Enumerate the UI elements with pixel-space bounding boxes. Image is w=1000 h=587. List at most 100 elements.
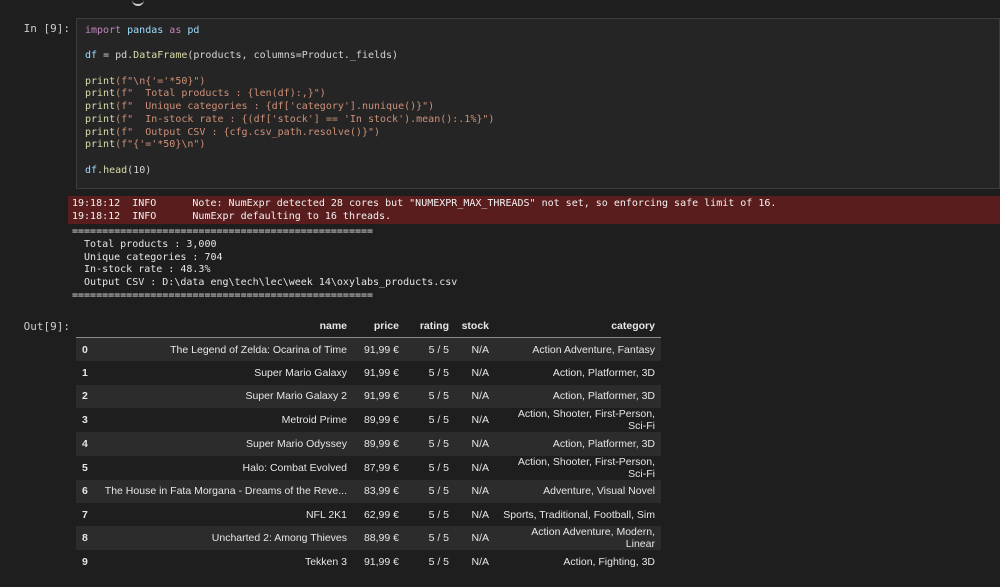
cell-price: 89,99 €: [363, 414, 399, 427]
cell-category: Action Adventure, Modern, Linear: [531, 526, 655, 551]
stdout-line: Output CSV : D:\data eng\tech\lec\week 1…: [72, 277, 458, 289]
cell-name: Tekken 3: [304, 556, 347, 569]
code-line: df.head(10): [85, 165, 991, 178]
cell-price: 91,99 €: [363, 343, 399, 356]
cell-rating: 5 / 5: [428, 556, 449, 569]
cell-stock: N/A: [471, 532, 489, 545]
table-row: 3 Metroid Prime 89,99 € 5 / 5 N/A Action, Sho…: [76, 408, 661, 433]
dataframe-table: name price rating stock category 0 The Legend…: [76, 315, 661, 574]
stdout-line: Unique categories : 704: [72, 251, 223, 263]
code-token: print: [85, 126, 116, 138]
cell-category: Action, Shooter, First-Person, Sci-Fi: [517, 455, 655, 480]
row-index: 3: [82, 414, 88, 427]
cell-name: Uncharted 2: Among Thieves: [211, 532, 347, 545]
cell-name: NFL 2K1: [305, 508, 347, 521]
cell-category: Action, Fighting, 3D: [563, 556, 655, 569]
cell-rating: 5 / 5: [428, 343, 449, 356]
stdout-line: Total products : 3,000: [72, 238, 217, 250]
cell-name: The Legend of Zelda: Ocarina of Time: [170, 343, 347, 356]
row-index: 4: [82, 437, 88, 450]
cell-name: Halo: Combat Evolved: [242, 461, 347, 474]
code-line: import pandas as pd: [85, 25, 991, 38]
row-index: 5: [82, 461, 88, 474]
stdout-line: ========================================…: [72, 226, 374, 237]
row-index: 2: [82, 390, 88, 403]
cell-stock: N/A: [471, 414, 489, 427]
cell-price: 91,99 €: [363, 390, 399, 403]
cell-rating: 5 / 5: [428, 485, 449, 498]
code-token: (products, columns=Product._fields): [187, 50, 399, 62]
cell-price: 88,99 €: [363, 532, 399, 545]
code-line: print(f" Unique categories : {df['catego…: [85, 101, 991, 114]
code-token: import: [85, 25, 122, 36]
code-token: head: [103, 164, 128, 176]
row-index: 6: [82, 485, 88, 498]
cell-stock: N/A: [471, 508, 489, 521]
cell-category: Action, Platformer, 3D: [552, 437, 655, 450]
cell-rating: 5 / 5: [428, 414, 449, 427]
code-token: (f" Unique categories : {df['category'].…: [115, 101, 435, 113]
stderr-line: 19:18:12 INFO Note: NumExpr detected 28 …: [72, 198, 777, 209]
code-token: print: [85, 139, 116, 151]
column-header-price: price: [353, 315, 405, 338]
cell-name: Super Mario Galaxy 2: [245, 390, 347, 403]
row-index: 7: [82, 508, 88, 521]
code-token: (f" In-stock rate : {(df['stock'] == 'In…: [115, 113, 495, 125]
table-row: 1 Super Mario Galaxy 91,99 € 5 / 5 N/A Action…: [76, 361, 661, 385]
cell-stock: N/A: [471, 367, 489, 380]
table-row: 7 NFL 2K1 62,99 € 5 / 5 N/A Sports, Tradition…: [76, 502, 661, 527]
code-token: (f"\n{'='*50}"): [115, 75, 206, 87]
cell-category: Action Adventure, Fantasy: [532, 343, 655, 356]
stdout-line: ========================================…: [72, 289, 374, 301]
clipped-heading-glyph: [132, 0, 144, 6]
code-token: df: [85, 50, 98, 62]
column-header-stock: stock: [455, 315, 495, 338]
cell-price: 91,99 €: [363, 367, 399, 380]
cell-category: Action, Platformer, 3D: [552, 390, 655, 403]
code-line: print(f" Total products : {len(df):,}"): [85, 88, 991, 101]
code-token: = pd.: [97, 50, 134, 62]
cell-category: Adventure, Visual Novel: [543, 485, 655, 498]
cell-stock: N/A: [471, 437, 489, 450]
cell-rating: 5 / 5: [428, 508, 449, 521]
cell-stock: N/A: [471, 485, 489, 498]
column-header-name: name: [98, 315, 353, 338]
code-line: print(f"\n{'='*50}"): [85, 76, 991, 89]
stdout-output: ========================================…: [72, 226, 457, 303]
table-row: 9 Tekken 3 91,99 € 5 / 5 N/A Action, Fighting…: [76, 550, 661, 574]
code-token: as: [169, 25, 182, 36]
cell-rating: 5 / 5: [428, 390, 449, 403]
stdout-line: In-stock rate : 48.3%: [72, 264, 211, 276]
cell-rating: 5 / 5: [428, 532, 449, 545]
table-row: 0 The Legend of Zelda: Ocarina of Time 91,…: [76, 337, 661, 362]
column-header-category: category: [495, 315, 661, 338]
column-header-index: [76, 315, 98, 338]
code-token: (f" Total products : {len(df):,}"): [115, 88, 326, 100]
cell-category: Sports, Traditional, Football, Sim: [503, 508, 655, 521]
row-index: 8: [82, 532, 88, 545]
row-index: 9: [82, 556, 88, 569]
table-row: 5 Halo: Combat Evolved 87,99 € 5 / 5 N/A Acti…: [76, 455, 661, 480]
input-prompt: In [9]:: [23, 22, 70, 35]
row-index: 1: [82, 367, 88, 380]
dataframe-header-row: name price rating stock category: [76, 315, 661, 338]
stderr-line: 19:18:12 INFO NumExpr defaulting to 16 t…: [72, 210, 392, 222]
cell-name: Super Mario Odyssey: [246, 437, 347, 450]
code-line: print(f"{'='*50}\n"): [85, 139, 991, 152]
cell-rating: 5 / 5: [428, 437, 449, 450]
cell-rating: 5 / 5: [428, 367, 449, 380]
code-token: (f" Output CSV : {cfg.csv_path.resolve()…: [115, 126, 381, 138]
code-token: (10): [127, 164, 152, 176]
cell-stock: N/A: [471, 343, 489, 356]
code-token: pandas: [121, 25, 170, 36]
code-cell-editor[interactable]: import pandas as pd df = pd.DataFrame(pr…: [76, 18, 1000, 189]
table-row: 4 Super Mario Odyssey 89,99 € 5 / 5 N/A Actio…: [76, 432, 661, 456]
output-prompt: Out[9]:: [23, 320, 70, 333]
code-token: pd: [181, 25, 200, 36]
code-line: print(f" Output CSV : {cfg.csv_path.reso…: [85, 127, 991, 140]
cell-price: 87,99 €: [363, 461, 399, 474]
stderr-output: 19:18:12 INFO Note: NumExpr detected 28 …: [68, 196, 1000, 224]
table-row: 8 Uncharted 2: Among Thieves 88,99 € 5 / 5 N…: [76, 526, 661, 551]
